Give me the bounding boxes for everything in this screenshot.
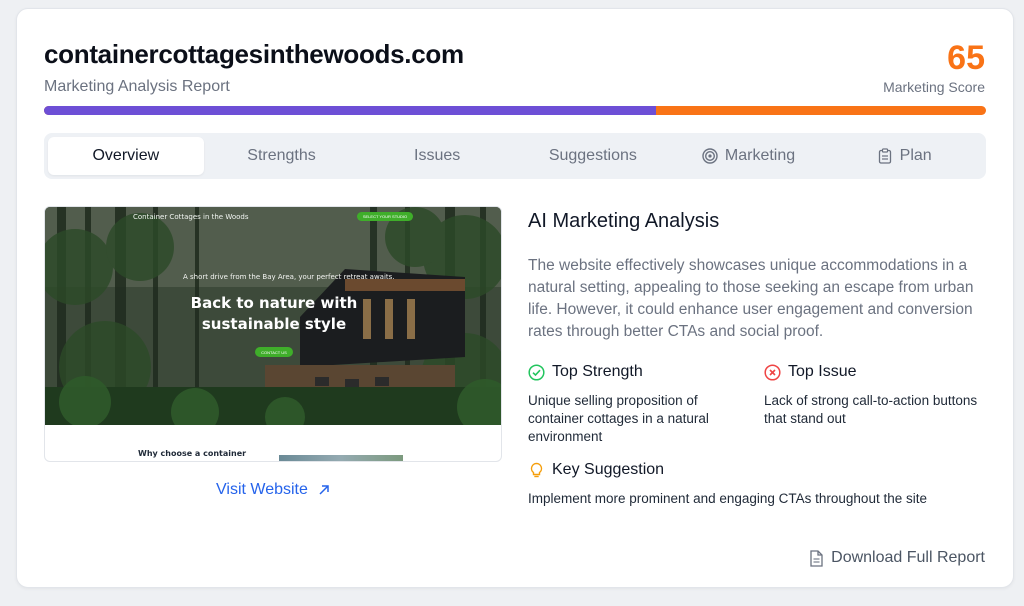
lightbulb-icon (530, 462, 543, 477)
analysis-title: AI Marketing Analysis (528, 210, 720, 232)
document-icon (810, 549, 823, 567)
tab-suggestions[interactable]: Suggestions (515, 137, 671, 175)
marketing-score-value: 65 (947, 39, 985, 77)
tab-strengths[interactable]: Strengths (204, 137, 360, 175)
preview-contact-button: CONTACT US (255, 347, 293, 357)
top-strength-text: Unique selling proposition of container … (528, 393, 709, 444)
tab-marketing[interactable]: Marketing (671, 137, 827, 175)
score-progress-fill (44, 106, 657, 115)
x-circle-icon (764, 363, 781, 381)
visit-website-link[interactable]: Visit Website (216, 481, 330, 499)
key-suggestion-heading: Key Suggestion (528, 461, 664, 479)
preview-section-image (279, 455, 403, 461)
top-issue-heading: Top Issue (764, 363, 856, 381)
tab-label: Issues (414, 147, 461, 164)
visit-website-label: Visit Website (216, 481, 308, 498)
tab-label: Overview (92, 147, 160, 164)
report-tabs: Overview Strengths Issues Suggestions Ma… (44, 133, 986, 179)
key-suggestion-text: Implement more prominent and engaging CT… (528, 491, 927, 506)
download-report-label: Download Full Report (831, 549, 985, 566)
preview-section-heading: Why choose a container (138, 449, 247, 458)
report-card: containercottagesinthewoods.com Marketin… (16, 8, 1014, 588)
preview-select-studio-button: SELECT YOUR STUDIO (357, 212, 413, 221)
preview-site-logo: Container Cottages in the Woods (133, 213, 249, 221)
top-issue-label: Top Issue (788, 363, 857, 380)
preview-tagline: A short drive from the Bay Area, your pe… (183, 273, 395, 281)
preview-hero-image: Container Cottages in the Woods SELECT Y… (45, 207, 501, 425)
tab-label: Suggestions (548, 147, 637, 164)
site-domain-title: containercottagesinthewoods.com (44, 39, 464, 69)
tab-label: Strengths (247, 147, 316, 164)
tab-overview[interactable]: Overview (48, 137, 204, 175)
score-progress-bar (44, 106, 986, 115)
top-strength-label: Top Strength (552, 363, 643, 380)
clipboard-icon (878, 148, 891, 164)
tab-label: Plan (899, 147, 932, 164)
analysis-summary: The website effectively showcases unique… (528, 257, 974, 340)
tab-label: Marketing (724, 147, 796, 164)
marketing-score-label: Marketing Score (883, 79, 985, 95)
key-suggestion-label: Key Suggestion (552, 461, 665, 478)
tab-issues[interactable]: Issues (359, 137, 515, 175)
top-strength-heading: Top Strength (528, 363, 643, 381)
external-link-icon (319, 485, 329, 495)
report-subtitle: Marketing Analysis Report (44, 78, 230, 95)
download-report-button[interactable]: Download Full Report (809, 549, 985, 567)
website-screenshot-preview[interactable]: Container Cottages in the Woods SELECT Y… (44, 206, 502, 462)
tab-plan[interactable]: Plan (826, 137, 982, 175)
preview-headline: Back to nature with sustainable style (190, 294, 358, 333)
check-circle-icon (528, 363, 545, 381)
target-icon (702, 148, 718, 164)
top-issue-text: Lack of strong call-to-action buttons th… (764, 393, 978, 426)
